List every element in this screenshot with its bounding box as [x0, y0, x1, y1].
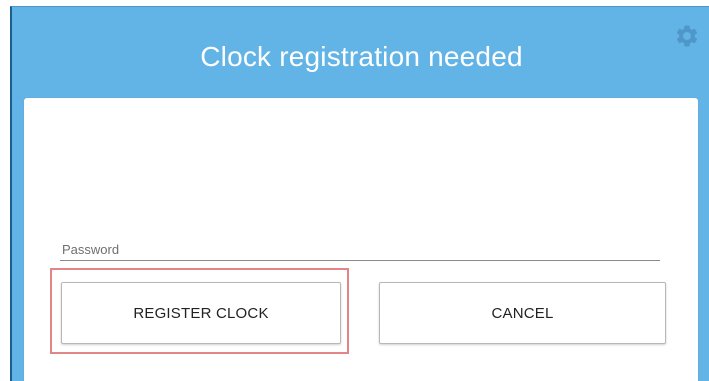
app-window: Clock registration needed Password REGIS…: [10, 6, 709, 381]
password-field[interactable]: Password: [60, 236, 660, 261]
password-input[interactable]: [60, 236, 660, 260]
cancel-button[interactable]: CANCEL: [379, 282, 666, 344]
gear-icon[interactable]: [674, 23, 700, 49]
register-clock-button[interactable]: REGISTER CLOCK: [61, 282, 341, 344]
screen: Clock registration needed Password REGIS…: [0, 0, 709, 381]
registration-card: Password REGISTER CLOCK CANCEL: [24, 98, 698, 381]
page-title: Clock registration needed: [200, 41, 523, 72]
